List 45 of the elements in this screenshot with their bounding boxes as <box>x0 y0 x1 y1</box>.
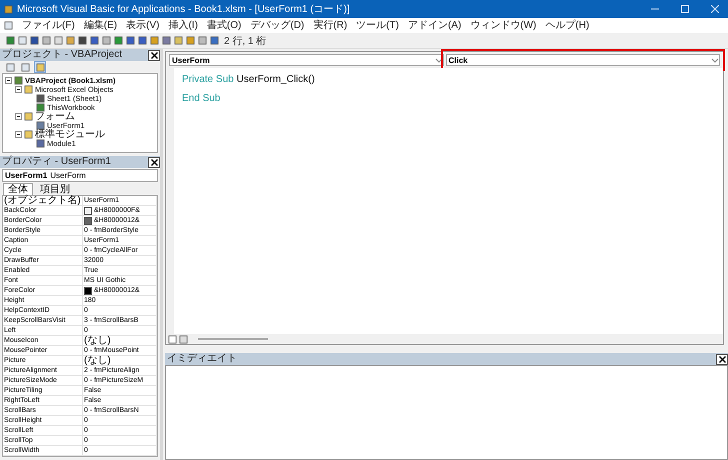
toggle-folders-button[interactable] <box>34 61 46 73</box>
close-icon <box>150 52 158 58</box>
menu-item[interactable]: 実行(R) <box>313 20 348 32</box>
close-button[interactable] <box>148 50 160 60</box>
view-code-button[interactable] <box>4 61 16 73</box>
menu-item[interactable]: 挿入(I) <box>168 20 198 32</box>
close-icon <box>718 356 726 362</box>
close-button[interactable] <box>716 354 728 364</box>
menu-item[interactable]: アドイン(A) <box>408 20 462 32</box>
code-line: Private Sub UserForm_Click() <box>182 73 316 87</box>
collapse-icon[interactable] <box>15 131 22 138</box>
tab[interactable]: 全体 <box>3 183 33 195</box>
scrollbar[interactable] <box>198 338 268 340</box>
menu-item[interactable]: ヘルプ(H) <box>545 20 590 32</box>
tab[interactable]: 項目別 <box>35 183 75 195</box>
maximize-icon <box>681 5 689 13</box>
tree-item[interactable]: 標準モジュール <box>35 130 105 139</box>
view-object-button[interactable] <box>19 61 31 73</box>
panel-title: プロジェクト - VBAProject <box>2 49 122 61</box>
caret-icon <box>434 56 442 64</box>
menu-item[interactable]: ウィンドウ(W) <box>470 20 536 32</box>
menu-item[interactable]: ファイル(F) <box>22 20 75 32</box>
property-name: (オブジェクト名) <box>4 196 81 205</box>
collapse-icon[interactable] <box>15 86 22 93</box>
collapse-icon[interactable] <box>15 113 22 120</box>
panel-title: イミディエイト <box>167 353 237 365</box>
code-line: End Sub <box>182 92 222 106</box>
object-dropdown[interactable]: UserForm <box>169 54 444 66</box>
menu-item[interactable]: 書式(O) <box>206 20 242 32</box>
menu-item[interactable]: デバッグ(D) <box>250 20 304 32</box>
object-dropdown[interactable]: UserForm1 UserForm <box>2 169 158 182</box>
window-title: Microsoft Visual Basic for Applications - Book1.xlsm - [UserForm1 (コード)] <box>17 3 351 16</box>
menu-item[interactable]: 編集(E) <box>84 20 118 32</box>
caret-icon <box>711 56 719 64</box>
property-value[interactable]: (なし) <box>84 336 111 345</box>
menu-item[interactable]: 表示(V) <box>126 20 160 32</box>
tree-item[interactable]: フォーム <box>35 112 75 121</box>
menu-item[interactable]: ツール(T) <box>356 20 399 32</box>
close-icon <box>711 5 719 13</box>
collapse-icon[interactable] <box>5 77 12 84</box>
close-icon <box>150 158 158 166</box>
panel-title: プロパティ - UserForm1 <box>2 156 111 168</box>
cursor-position: 2 行, 1 桁 <box>224 34 266 48</box>
property-value[interactable]: (なし) <box>84 356 111 365</box>
close-button[interactable] <box>148 156 160 168</box>
